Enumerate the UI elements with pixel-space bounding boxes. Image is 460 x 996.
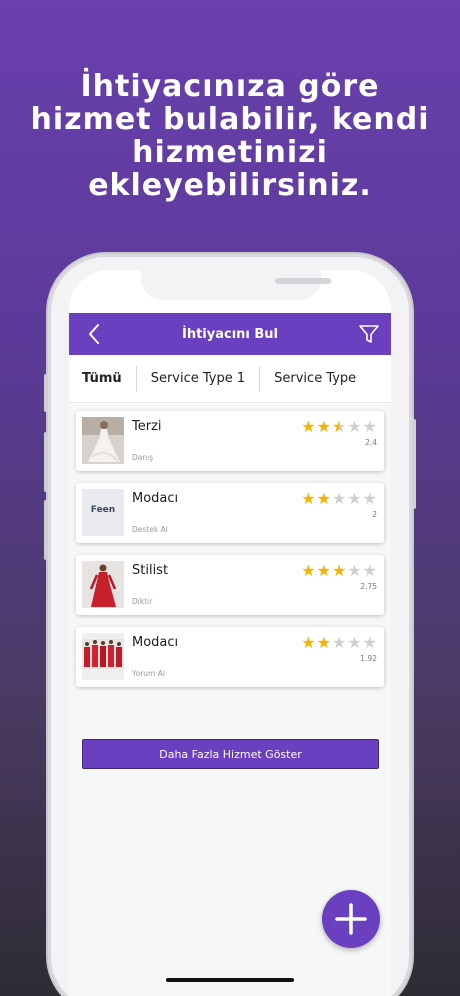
star-icon: ★ xyxy=(316,633,331,652)
star-icon: ★ xyxy=(301,633,316,652)
tab-service-type-2[interactable]: Service Type xyxy=(260,366,370,392)
star-rating: ★ ★ ★ ★ ★ xyxy=(301,417,377,436)
tab-service-type-1[interactable]: Service Type 1 xyxy=(137,366,259,392)
filter-icon xyxy=(359,325,379,343)
wedding-dress-image xyxy=(82,417,124,464)
service-action-label: Diktir xyxy=(132,597,153,606)
home-indicator[interactable] xyxy=(166,978,294,982)
speaker-grille xyxy=(275,278,331,284)
headline-line-1: İhtiyacınıza göre xyxy=(80,69,380,104)
service-title: Modacı xyxy=(132,635,179,650)
tab-all[interactable]: Tümü xyxy=(69,366,136,392)
headline-line-4: ekleyebilirsiniz. xyxy=(88,168,372,203)
silent-switch xyxy=(44,374,48,412)
service-card[interactable]: Modacı Yorum Al ★ ★ ★ ★ ★ 1.92 xyxy=(76,627,384,687)
top-navigation-bar: İhtiyacını Bul xyxy=(69,313,391,355)
service-title: Terzi xyxy=(132,419,162,434)
headline-line-2: hizmet bulabilir, kendi xyxy=(30,102,430,137)
star-icon: ★ xyxy=(316,417,331,436)
chevron-left-icon xyxy=(89,324,99,344)
rating-value: 2.4 xyxy=(365,438,377,447)
volume-down-button xyxy=(44,500,48,560)
star-icon: ★ xyxy=(316,489,331,508)
star-empty-icon: ★ xyxy=(362,417,377,436)
red-dress-image xyxy=(82,561,124,608)
filter-button[interactable] xyxy=(357,322,381,346)
service-card[interactable]: Terzi Danış ★ ★ ★ ★ ★ 2.4 xyxy=(76,411,384,471)
star-empty-icon: ★ xyxy=(347,489,362,508)
star-rating: ★ ★ ★ ★ ★ xyxy=(301,491,377,507)
power-button xyxy=(412,419,416,509)
star-icon: ★ xyxy=(301,561,316,580)
star-empty-icon: ★ xyxy=(362,489,377,508)
plus-icon xyxy=(335,903,367,935)
service-action-label: Danış xyxy=(132,453,154,462)
service-thumbnail xyxy=(82,633,124,680)
star-rating: ★ ★ ★ ★ ★ xyxy=(301,563,377,579)
service-action-label: Yorum Al xyxy=(132,669,165,678)
rating-value: 1.92 xyxy=(360,654,377,663)
volume-up-button xyxy=(44,432,48,492)
star-empty-icon: ★ xyxy=(362,561,377,580)
star-icon: ★ xyxy=(331,561,347,580)
rating-value: 2.75 xyxy=(360,582,377,591)
service-action-label: Destek Al xyxy=(132,525,168,534)
star-empty-icon: ★ xyxy=(362,633,377,652)
service-card[interactable]: Stilist Diktir ★ ★ ★ ★ ★ 2.75 xyxy=(76,555,384,615)
star-empty-icon: ★ xyxy=(347,633,362,652)
service-type-tabs: Tümü Service Type 1 Service Type xyxy=(69,355,391,403)
app-screen: İhtiyacını Bul Tümü Service Type 1 Servi… xyxy=(69,270,391,996)
add-service-button[interactable] xyxy=(322,890,380,948)
service-title: Modacı xyxy=(132,491,179,506)
phone-notch xyxy=(141,270,331,300)
headline-line-3: hizmetinizi xyxy=(132,135,328,170)
service-title: Stilist xyxy=(132,563,169,578)
star-empty-icon: ★ xyxy=(347,417,362,436)
star-rating: ★ ★ ★ ★ ★ xyxy=(301,635,377,651)
star-empty-icon: ★ xyxy=(347,561,362,580)
star-icon: ★ xyxy=(301,417,316,436)
phone-frame: İhtiyacını Bul Tümü Service Type 1 Servi… xyxy=(44,254,416,996)
page-title: İhtiyacını Bul xyxy=(181,326,279,342)
service-thumbnail: Feen xyxy=(82,489,124,536)
star-icon: ★ xyxy=(301,489,316,508)
show-more-services-button[interactable]: Daha Fazla Hizmet Göster xyxy=(82,739,379,769)
star-half-icon: ★ xyxy=(332,419,346,436)
service-card[interactable]: Feen Modacı Destek Al ★ ★ ★ ★ ★ 2 xyxy=(76,483,384,543)
rating-value: 2 xyxy=(372,510,377,519)
star-icon: ★ xyxy=(316,561,331,580)
feen-logo-text: Feen xyxy=(90,505,116,515)
promo-headline: İhtiyacınıza göre hizmet bulabilir, kend… xyxy=(0,70,460,202)
back-button[interactable] xyxy=(83,322,105,346)
service-thumbnail xyxy=(82,417,124,464)
star-empty-icon: ★ xyxy=(331,489,347,508)
red-models-image xyxy=(82,633,124,680)
service-thumbnail xyxy=(82,561,124,608)
star-empty-icon: ★ xyxy=(331,633,347,652)
